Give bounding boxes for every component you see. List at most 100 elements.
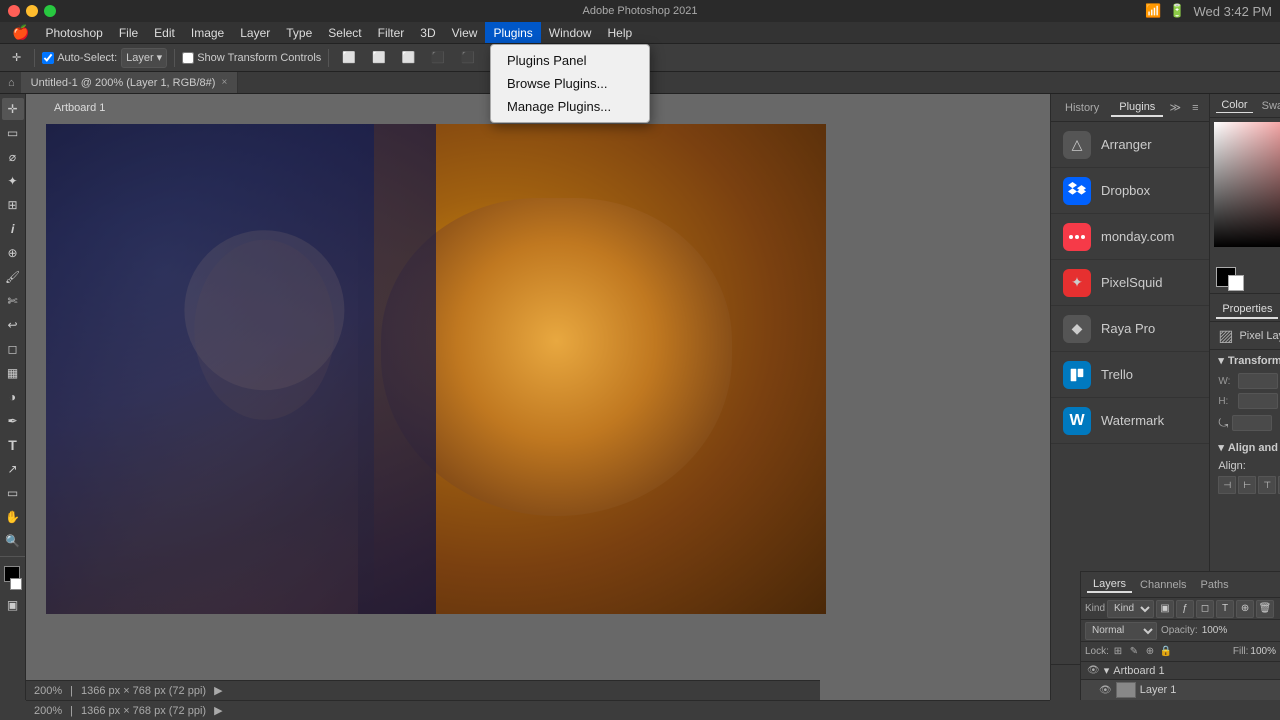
lasso-tool[interactable]: ⌀ <box>2 146 24 168</box>
fx-filter-btn[interactable]: ⊕ <box>1236 600 1254 618</box>
menu-photoshop[interactable]: Photoshop <box>37 22 110 43</box>
menu-3d[interactable]: 3D <box>412 22 443 43</box>
align-h-center-btn[interactable]: ⊢ <box>1238 476 1256 494</box>
panel-expand-icon[interactable]: ≫ <box>1167 100 1183 116</box>
menu-filter[interactable]: Filter <box>370 22 413 43</box>
artboard-expand-icon[interactable]: ▾ <box>1104 664 1110 677</box>
menu-type[interactable]: Type <box>278 22 320 43</box>
lock-position-btn[interactable]: ✎ <box>1127 645 1141 659</box>
home-icon[interactable]: ⌂ <box>8 77 15 89</box>
menu-window[interactable]: Window <box>541 22 600 43</box>
crop-tool[interactable]: ⊞ <box>2 194 24 216</box>
menu-plugins[interactable]: Plugins <box>485 22 540 43</box>
manage-plugins-menu-item[interactable]: Manage Plugins... <box>491 95 649 118</box>
color-spectrum[interactable] <box>1210 118 1280 263</box>
align-top-btn[interactable]: ⬛ <box>425 47 451 69</box>
brush-tool[interactable]: 🖌 <box>2 266 24 288</box>
minimize-button[interactable] <box>26 5 38 17</box>
plugins-panel-menu-item[interactable]: Plugins Panel <box>491 49 649 72</box>
show-transform-input[interactable] <box>182 52 194 64</box>
menu-view[interactable]: View <box>444 22 486 43</box>
delete-btn[interactable]: 🗑 <box>1256 600 1274 618</box>
history-brush-tool[interactable]: ↩ <box>2 314 24 336</box>
align-center-btn[interactable]: ⬜ <box>366 47 392 69</box>
lock-art-btn[interactable]: ⊕ <box>1143 645 1157 659</box>
rectangular-marquee-tool[interactable]: ▭ <box>2 122 24 144</box>
menu-select[interactable]: Select <box>320 22 369 43</box>
auto-select-input[interactable] <box>42 52 54 64</box>
plugins-tab[interactable]: Plugins <box>1111 99 1163 117</box>
move-tool[interactable]: ✛ <box>2 98 24 120</box>
plugin-item-dropbox[interactable]: Dropbox <box>1051 168 1209 214</box>
show-transform-checkbox[interactable]: Show Transform Controls <box>182 52 321 64</box>
menu-file[interactable]: File <box>111 22 146 43</box>
gradient-tool[interactable]: ▦ <box>2 362 24 384</box>
status-arrow[interactable]: ▶ <box>214 684 222 697</box>
width-input[interactable] <box>1238 373 1278 389</box>
fg-bg-color-swatch[interactable] <box>2 564 24 592</box>
menu-layer[interactable]: Layer <box>232 22 278 43</box>
move-tool-options[interactable]: ✛ <box>6 47 27 69</box>
mask-btn[interactable]: ◻ <box>1196 600 1214 618</box>
panel-menu-icon[interactable]: ≡ <box>1187 100 1203 116</box>
auto-select-checkbox[interactable]: Auto-Select: <box>42 52 117 64</box>
clone-stamp-tool[interactable]: ✄ <box>2 290 24 312</box>
artboard-visibility-icon[interactable]: 👁 <box>1087 665 1100 676</box>
channels-tab[interactable]: Channels <box>1134 578 1192 592</box>
pen-tool[interactable]: ✒ <box>2 410 24 432</box>
swatches-tab[interactable]: Swatches <box>1257 99 1280 113</box>
properties-tab[interactable]: Properties <box>1216 301 1278 319</box>
align-middle-btn[interactable]: ⬛ <box>455 47 481 69</box>
artboard-group[interactable]: 👁 ▾ Artboard 1 <box>1081 662 1280 680</box>
zoom-tool[interactable]: 🔍 <box>2 530 24 552</box>
layer-visibility-icon[interactable]: 👁 <box>1099 685 1112 696</box>
layers-tab[interactable]: Layers <box>1087 577 1132 593</box>
plugin-item-monday[interactable]: monday.com <box>1051 214 1209 260</box>
type-tool[interactable]: T <box>2 434 24 456</box>
close-button[interactable] <box>8 5 20 17</box>
doc-tab-close-btn[interactable]: × <box>221 77 227 88</box>
quick-select-tool[interactable]: ✦ <box>2 170 24 192</box>
spot-heal-tool[interactable]: ⊕ <box>2 242 24 264</box>
kind-select[interactable]: Kind <box>1107 600 1154 618</box>
lock-all-btn[interactable]: 🔒 <box>1159 645 1173 659</box>
plugin-item-watermark[interactable]: W Watermark <box>1051 398 1209 444</box>
align-left-btn[interactable]: ⬜ <box>336 47 362 69</box>
lock-pixels-btn[interactable]: ⊞ <box>1111 645 1125 659</box>
layer-select-dropdown[interactable]: Layer ▾ <box>121 48 167 68</box>
background-color-swatch[interactable] <box>1228 275 1244 291</box>
eraser-tool[interactable]: ◻ <box>2 338 24 360</box>
status-forward-icon[interactable]: ▶ <box>214 704 222 717</box>
new-group-btn[interactable]: ▣ <box>1156 600 1174 618</box>
history-tab[interactable]: History <box>1057 100 1107 116</box>
align-right-edge-btn[interactable]: ⊤ <box>1258 476 1276 494</box>
height-input[interactable] <box>1238 393 1278 409</box>
document-tab[interactable]: Untitled-1 @ 200% (Layer 1, RGB/8#) × <box>21 72 239 93</box>
apple-menu[interactable]: 🍎 <box>4 24 37 41</box>
rotate-input[interactable] <box>1232 415 1272 431</box>
color-tab[interactable]: Color <box>1216 98 1252 113</box>
plugin-item-arranger[interactable]: △ Arranger <box>1051 122 1209 168</box>
color-gradient-box[interactable] <box>1214 122 1280 247</box>
eyedropper-tool[interactable]: 𝒊 <box>2 218 24 240</box>
hand-tool[interactable]: ✋ <box>2 506 24 528</box>
menu-image[interactable]: Image <box>183 22 232 43</box>
blur-tool[interactable]: ◑ <box>2 386 24 408</box>
align-left-edge-btn[interactable]: ⊣ <box>1218 476 1236 494</box>
plugin-item-trello[interactable]: Trello <box>1051 352 1209 398</box>
browse-plugins-menu-item[interactable]: Browse Plugins... <box>491 72 649 95</box>
rotate-icon[interactable]: ⤿ <box>1218 416 1228 431</box>
align-section-header[interactable]: ▾ Align and Distribute <box>1210 437 1280 458</box>
canvas-area[interactable]: Artboard 1 200% | 1366 px × 768 px (72 p… <box>26 94 1050 700</box>
edit-mode-btn[interactable]: ▣ <box>2 594 24 616</box>
transform-section-header[interactable]: ▾ Transform <box>1210 350 1280 371</box>
maximize-button[interactable] <box>44 5 56 17</box>
menu-help[interactable]: Help <box>599 22 640 43</box>
paths-tab[interactable]: Paths <box>1195 578 1235 592</box>
background-color[interactable] <box>10 578 22 590</box>
menu-edit[interactable]: Edit <box>146 22 183 43</box>
fg-bg-colors[interactable] <box>1216 267 1244 291</box>
path-selection-tool[interactable]: ↗ <box>2 458 24 480</box>
align-right-btn[interactable]: ⬜ <box>396 47 422 69</box>
plugin-item-pixelsquid[interactable]: ✦ PixelSquid <box>1051 260 1209 306</box>
